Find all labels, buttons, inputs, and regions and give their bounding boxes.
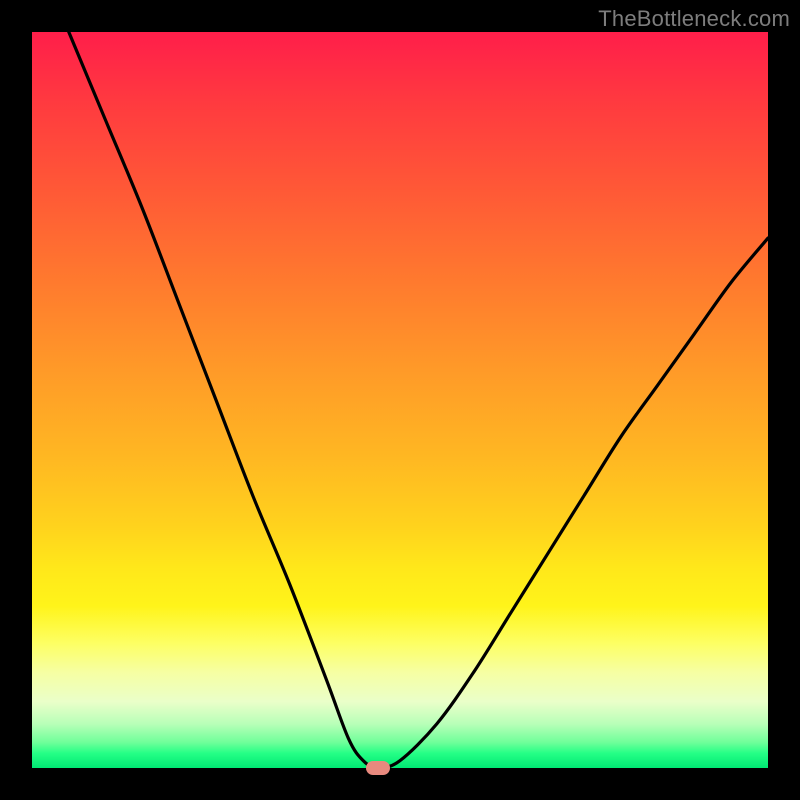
plot-area [32,32,768,768]
bottleneck-curve [69,32,768,768]
chart-frame: TheBottleneck.com [0,0,800,800]
curve-svg [32,32,768,768]
watermark-text: TheBottleneck.com [598,6,790,32]
optimum-marker [366,761,390,775]
